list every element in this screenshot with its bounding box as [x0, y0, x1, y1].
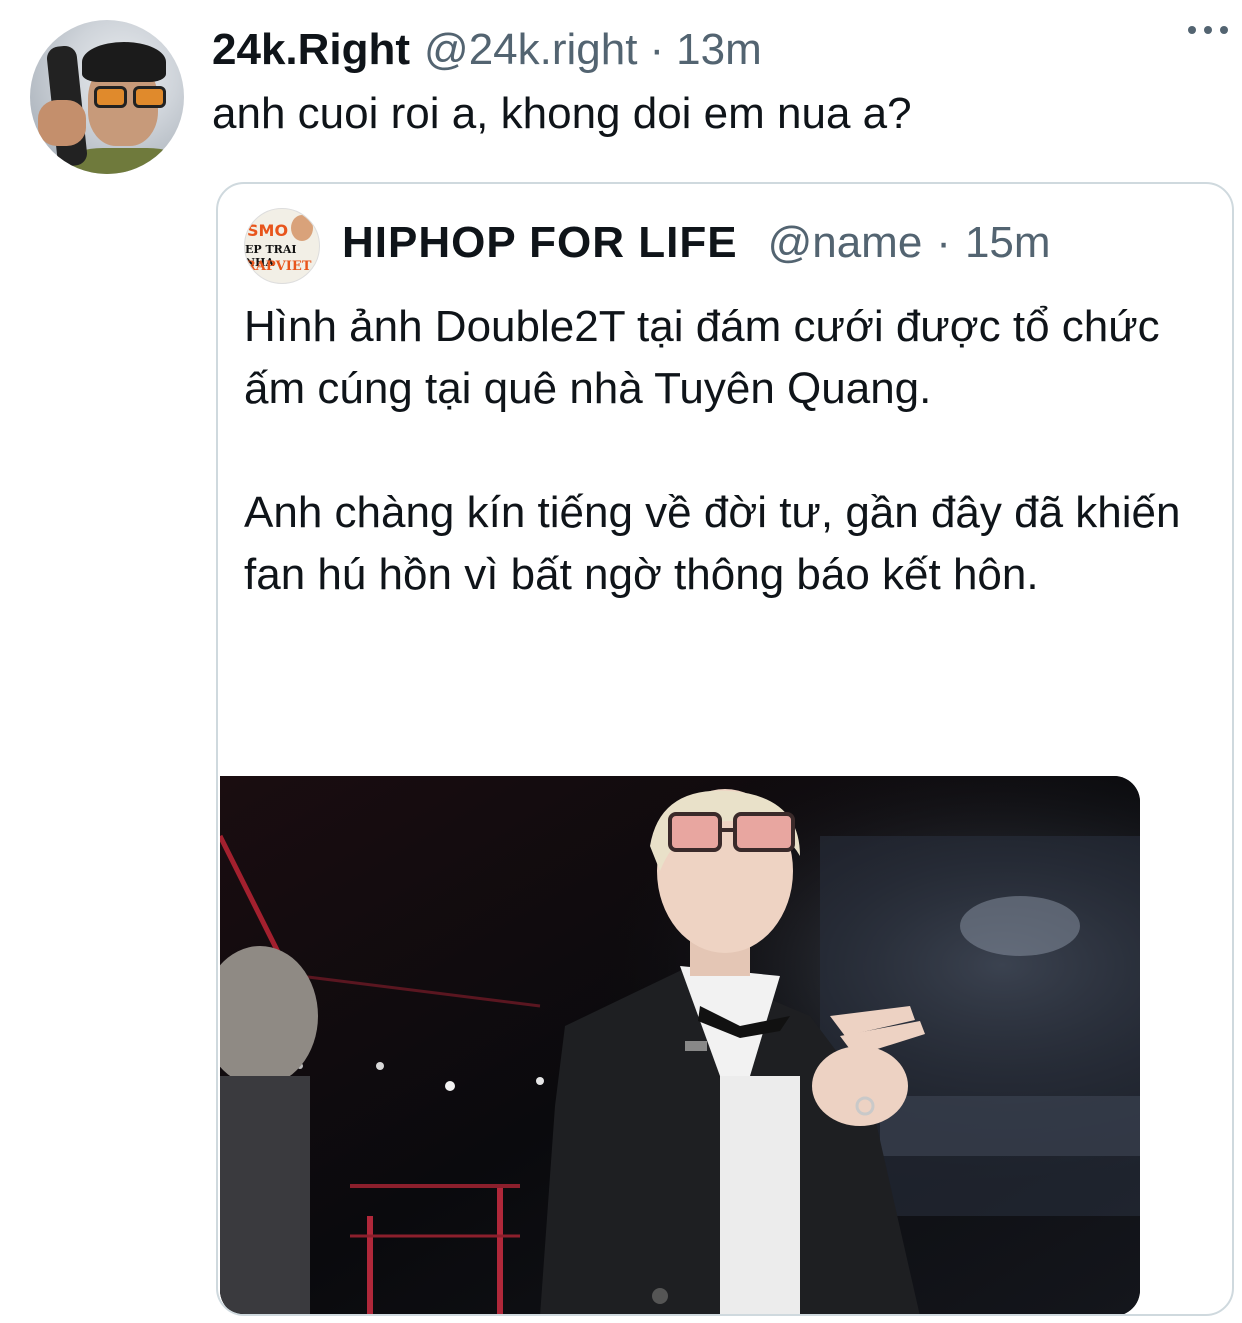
avatar-figure	[291, 215, 313, 241]
avatar-hand	[38, 100, 86, 146]
photo-illustration	[220, 776, 1140, 1314]
quoted-tweet-header: HIPHOP FOR LIFE @name · 15m	[342, 218, 1051, 268]
tweet-timestamp[interactable]: 13m	[676, 25, 762, 75]
display-name[interactable]: 24k.Right	[212, 25, 410, 75]
header-separator: ·	[649, 25, 665, 74]
quoted-display-name[interactable]: HIPHOP FOR LIFE	[342, 218, 738, 268]
quoted-tweet-photo[interactable]	[220, 776, 1140, 1314]
quoted-tweet[interactable]: SMO EP TRAI NHA RAPVIET HIPHOP FOR LIFE …	[216, 182, 1234, 1316]
tweet[interactable]: 24k.Right @24k.right · 13m anh cuoi roi …	[0, 0, 1242, 1323]
quoted-tweet-text: Hình ảnh Double2T tại đám cưới được tổ c…	[244, 302, 1181, 599]
avatar-hair	[82, 42, 166, 82]
quoted-tweet-timestamp[interactable]: 15m	[965, 218, 1051, 268]
user-handle[interactable]: @24k.right	[424, 25, 637, 75]
user-avatar[interactable]	[30, 20, 184, 174]
avatar-logo-text-1: SMO	[247, 221, 289, 240]
quoted-header-separator: ·	[936, 218, 951, 267]
tweet-header: 24k.Right @24k.right · 13m	[212, 22, 1202, 78]
quoted-user-handle[interactable]: @name	[768, 218, 923, 268]
quoted-user-avatar[interactable]: SMO EP TRAI NHA RAPVIET	[244, 208, 320, 284]
avatar-glasses	[94, 86, 166, 108]
avatar-logo-text-3: RAPVIET	[245, 259, 312, 274]
tweet-text: anh cuoi roi a, khong doi em nua a?	[212, 89, 912, 138]
more-horizontal-icon[interactable]	[1188, 20, 1228, 40]
